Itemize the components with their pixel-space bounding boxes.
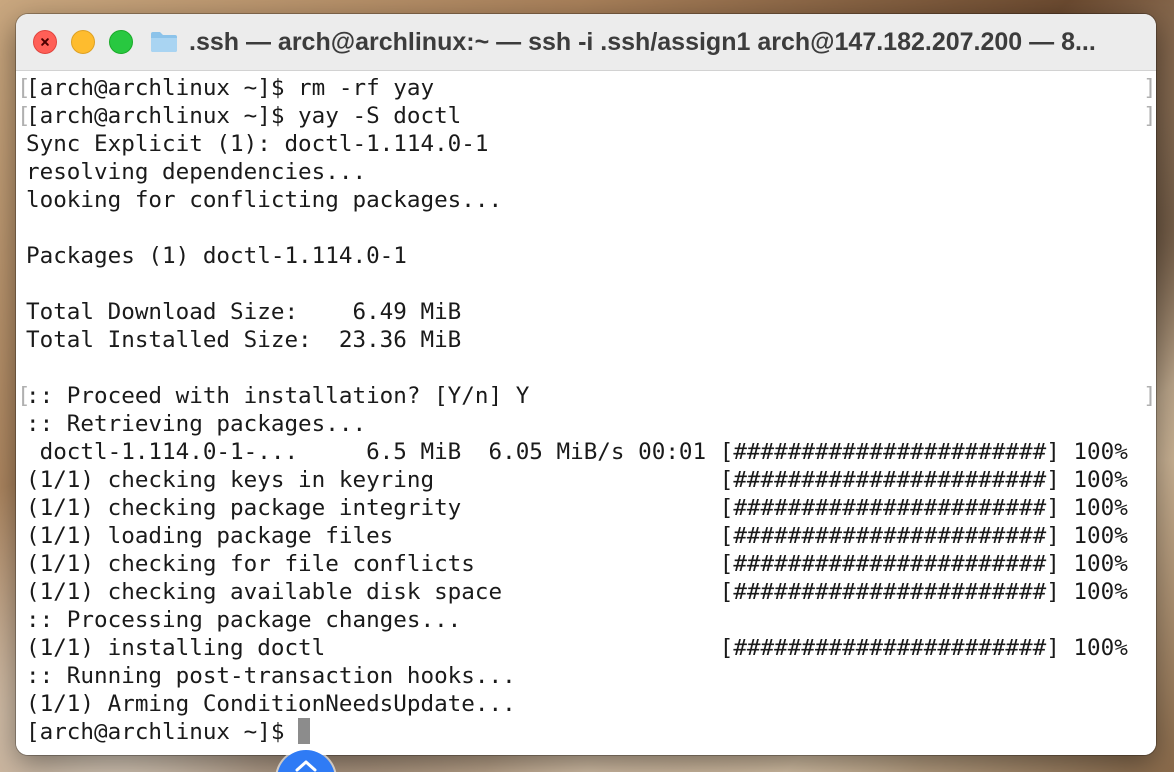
terminal-line: [arch@archlinux ~]$ rm -rf yay[]	[17, 74, 1156, 102]
terminal-line: (1/1) checking available disk space [###…	[26, 578, 1156, 606]
command-mark-left: [	[17, 75, 31, 101]
terminal-line-text: :: Retrieving packages...	[26, 411, 367, 437]
terminal-line-text: (1/1) checking package integrity [######…	[26, 495, 1128, 521]
terminal-line: Total Download Size: 6.49 MiB	[26, 298, 1156, 326]
terminal-line: (1/1) Arming ConditionNeedsUpdate...	[26, 690, 1156, 718]
minimize-button[interactable]	[71, 30, 95, 54]
terminal-line-text: looking for conflicting packages...	[26, 187, 503, 213]
terminal-line-text: :: Proceed with installation? [Y/n] Y	[26, 383, 530, 409]
terminal-line-text: doctl-1.114.0-1-... 6.5 MiB 6.05 MiB/s 0…	[26, 439, 1128, 465]
terminal-line-text: Packages (1) doctl-1.114.0-1	[26, 243, 407, 269]
command-mark-left: [	[17, 383, 31, 409]
terminal-line-text: (1/1) checking for file conflicts [#####…	[26, 551, 1128, 577]
terminal-output[interactable]: [arch@archlinux ~]$ rm -rf yay[] [arch@ar…	[16, 71, 1156, 755]
folder-icon	[151, 32, 177, 52]
command-mark-right: ]	[1143, 103, 1156, 129]
terminal-line: (1/1) checking package integrity [######…	[26, 494, 1156, 522]
command-mark-right: ]	[1143, 383, 1156, 409]
prompt-line[interactable]: [arch@archlinux ~]$	[26, 718, 1156, 746]
window-title-area: .ssh — arch@archlinux:~ — ssh -i .ssh/as…	[149, 28, 1156, 57]
shell-prompt: [arch@archlinux ~]$	[26, 719, 299, 745]
terminal-line-text: :: Running post-transaction hooks...	[26, 663, 516, 689]
close-button[interactable]	[33, 30, 57, 54]
terminal-line-text: (1/1) checking keys in keyring [########…	[26, 467, 1128, 493]
window-title: .ssh — arch@archlinux:~ — ssh -i .ssh/as…	[189, 27, 1096, 56]
terminal-line: :: Proceed with installation? [Y/n] Y[]	[17, 382, 1156, 410]
terminal-line-text: resolving dependencies...	[26, 159, 367, 185]
terminal-line-text: (1/1) checking available disk space [###…	[26, 579, 1128, 605]
terminal-line: doctl-1.114.0-1-... 6.5 MiB 6.05 MiB/s 0…	[26, 438, 1156, 466]
terminal-line: Packages (1) doctl-1.114.0-1	[26, 242, 1156, 270]
terminal-line: Sync Explicit (1): doctl-1.114.0-1	[26, 130, 1156, 158]
chevron-up-icon	[295, 760, 317, 772]
terminal-line-text: (1/1) loading package files [###########…	[26, 523, 1128, 549]
terminal-line-text: Total Download Size: 6.49 MiB	[26, 299, 462, 325]
terminal-line-text: (1/1) installing doctl [################…	[26, 635, 1128, 661]
terminal-line: Total Installed Size: 23.36 MiB	[26, 326, 1156, 354]
window-controls	[33, 30, 133, 54]
terminal-line-text: :: Processing package changes...	[26, 607, 462, 633]
text-cursor	[298, 718, 311, 744]
terminal-line: (1/1) loading package files [###########…	[26, 522, 1156, 550]
terminal-line-text: Sync Explicit (1): doctl-1.114.0-1	[26, 131, 489, 157]
title-bar[interactable]: .ssh — arch@archlinux:~ — ssh -i .ssh/as…	[16, 14, 1156, 71]
terminal-line-text: (1/1) Arming ConditionNeedsUpdate...	[26, 691, 516, 717]
terminal-line: (1/1) checking for file conflicts [#####…	[26, 550, 1156, 578]
terminal-line-text: Total Installed Size: 23.36 MiB	[26, 327, 462, 353]
command-mark-left: [	[17, 103, 31, 129]
terminal-line-text: [arch@archlinux ~]$ yay -S doctl	[26, 103, 462, 129]
terminal-window[interactable]: .ssh — arch@archlinux:~ — ssh -i .ssh/as…	[16, 14, 1156, 755]
close-icon	[41, 38, 49, 46]
terminal-line: :: Processing package changes...	[26, 606, 1156, 634]
zoom-button[interactable]	[109, 30, 133, 54]
terminal-line: :: Retrieving packages...	[26, 410, 1156, 438]
command-mark-right: ]	[1143, 75, 1156, 101]
terminal-line-text: [arch@archlinux ~]$ rm -rf yay	[26, 75, 435, 101]
terminal-line: looking for conflicting packages...	[26, 186, 1156, 214]
terminal-line: (1/1) installing doctl [################…	[26, 634, 1156, 662]
terminal-line: :: Running post-transaction hooks...	[26, 662, 1156, 690]
terminal-line: (1/1) checking keys in keyring [########…	[26, 466, 1156, 494]
terminal-line: [arch@archlinux ~]$ yay -S doctl[]	[17, 102, 1156, 130]
terminal-line: resolving dependencies...	[26, 158, 1156, 186]
